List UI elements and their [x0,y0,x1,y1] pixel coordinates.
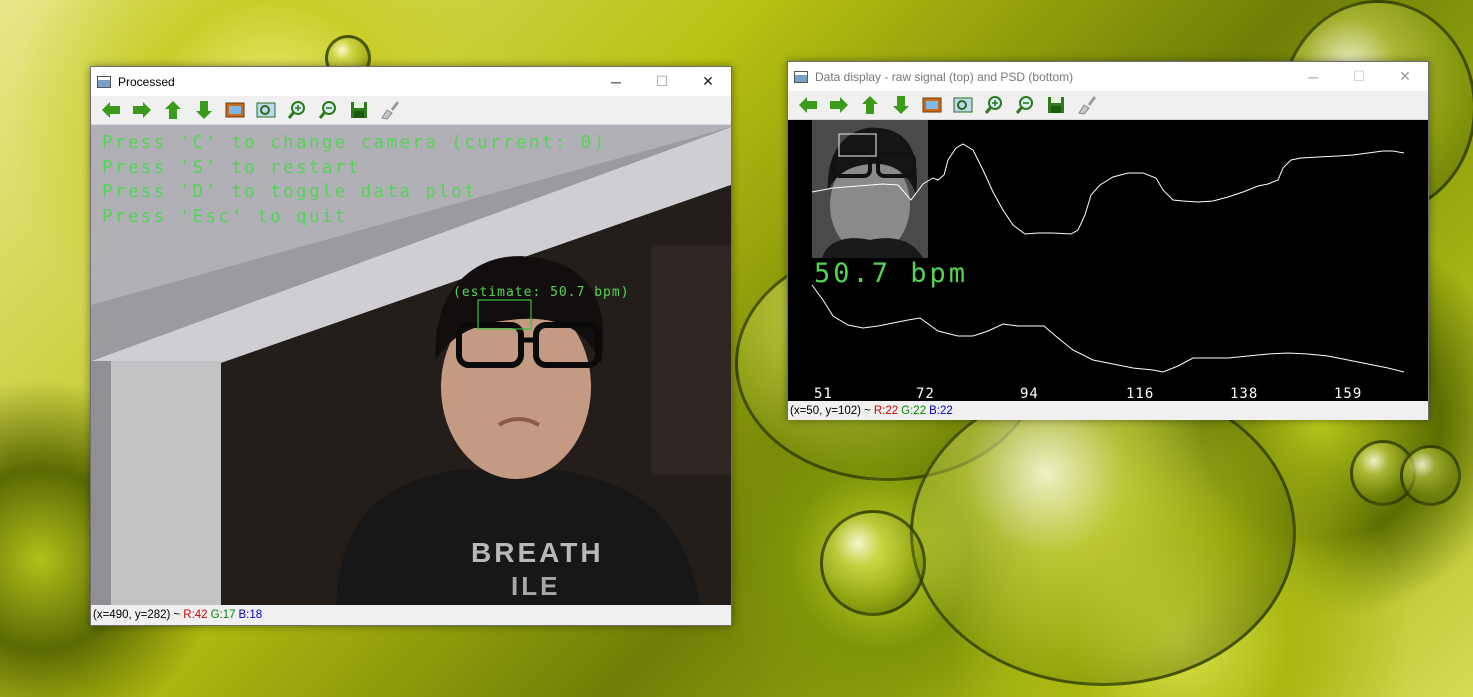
zoom-in-icon[interactable] [281,97,312,123]
minimize-button[interactable]: ─ [593,67,639,96]
arrow-right-icon[interactable] [126,97,157,123]
data-plot-area[interactable]: 50.7 bpm 51 72 94 116 138 159 [788,120,1428,401]
freq-label: 51 [814,386,833,401]
freq-label: 72 [916,386,935,401]
arrow-down-icon[interactable] [885,92,916,118]
minimize-button[interactable]: ─ [1290,62,1336,91]
processed-titlebar[interactable]: Processed ─ ☐ ✕ [91,67,731,96]
image-icon[interactable] [916,92,947,118]
camera-view[interactable]: Press 'C' to change camera (current: 0) … [91,125,731,605]
zoom-fit-icon[interactable] [947,92,978,118]
freq-label: 159 [1334,386,1363,401]
zoom-in-icon[interactable] [978,92,1009,118]
window-title: Data display - raw signal (top) and PSD … [815,69,1074,84]
brush-icon[interactable] [374,97,405,123]
shirt-print-bottom: ILE [511,571,561,601]
background-bubble [910,380,1296,686]
toolbar [91,96,731,125]
status-coords: (x=50, y=102) ~ [790,404,871,417]
overlay-line: Press 'Esc' to quit [102,207,348,227]
arrow-right-icon[interactable] [823,92,854,118]
window-title: Processed [118,74,175,89]
statusbar: (x=50, y=102) ~ R:22 G:22 B:22 [788,401,1428,420]
maximize-button[interactable]: ☐ [1336,62,1382,91]
status-red: R:42 [183,608,208,621]
overlay-line: Press 'D' to toggle data plot [102,182,478,202]
bpm-label: 50.7 bpm [814,258,969,289]
arrow-up-icon[interactable] [854,92,885,118]
maximize-button[interactable]: ☐ [639,67,685,96]
estimate-label: (estimate: 50.7 bpm) [453,285,630,300]
background-bubble [1400,445,1461,506]
overlay-line: Press 'C' to change camera (current: 0) [102,133,607,153]
zoom-out-icon[interactable] [1009,92,1040,118]
processed-window: Processed ─ ☐ ✕ Press 'C' to change came… [90,66,732,626]
image-icon[interactable] [219,97,250,123]
status-coords: (x=490, y=282) ~ [93,608,181,621]
freq-label: 116 [1126,386,1155,401]
save-icon[interactable] [343,97,374,123]
status-green: G:22 [901,404,927,417]
overlay-line: Press 'S' to restart [102,158,361,178]
statusbar: (x=490, y=282) ~ R:42 G:17 B:18 [91,605,731,624]
brush-icon[interactable] [1071,92,1102,118]
shirt-print-top: BREATH [471,537,604,568]
status-red: R:22 [873,404,899,417]
arrow-down-icon[interactable] [188,97,219,123]
status-blue: B:22 [929,404,953,417]
zoom-out-icon[interactable] [312,97,343,123]
freq-label: 94 [1020,386,1039,401]
freq-label: 138 [1230,386,1259,401]
data-display-window: Data display - raw signal (top) and PSD … [787,61,1429,420]
window-app-icon [794,70,808,83]
close-button[interactable]: ✕ [685,67,731,96]
arrow-up-icon[interactable] [157,97,188,123]
close-button[interactable]: ✕ [1382,62,1428,91]
status-green: G:17 [210,608,236,621]
arrow-left-icon[interactable] [95,97,126,123]
save-icon[interactable] [1040,92,1071,118]
status-blue: B:18 [238,608,263,621]
toolbar [788,91,1428,120]
data-display-titlebar[interactable]: Data display - raw signal (top) and PSD … [788,62,1428,91]
psd-line [811,284,1405,373]
background-bubble [820,510,926,616]
zoom-fit-icon[interactable] [250,97,281,123]
arrow-left-icon[interactable] [792,92,823,118]
window-app-icon [97,75,111,88]
